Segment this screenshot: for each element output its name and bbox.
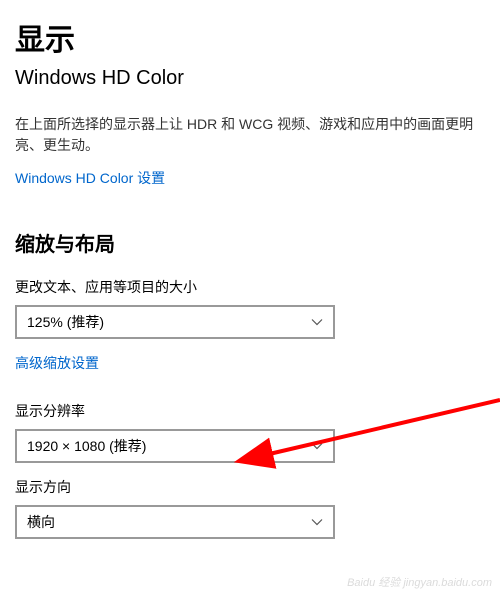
orientation-label: 显示方向	[15, 477, 485, 497]
orientation-dropdown[interactable]: 横向	[15, 505, 335, 539]
page-title: 显示	[15, 15, 485, 59]
scaling-heading: 缩放与布局	[15, 228, 485, 257]
resolution-value: 1920 × 1080 (推荐)	[27, 436, 146, 456]
scale-dropdown[interactable]: 125% (推荐)	[15, 305, 335, 339]
advanced-scaling-link[interactable]: 高级缩放设置	[15, 353, 99, 373]
resolution-label: 显示分辨率	[15, 401, 485, 421]
chevron-down-icon	[311, 516, 323, 528]
hd-color-description: 在上面所选择的显示器上让 HDR 和 WCG 视频、游戏和应用中的画面更明亮、更…	[15, 114, 485, 156]
scale-value: 125% (推荐)	[27, 312, 104, 332]
hd-color-title: Windows HD Color	[15, 67, 485, 90]
watermark: Baidu 经验 jingyan.baidu.com	[347, 574, 492, 590]
resolution-dropdown[interactable]: 1920 × 1080 (推荐)	[15, 429, 335, 463]
orientation-value: 横向	[27, 512, 55, 532]
chevron-down-icon	[311, 316, 323, 328]
chevron-down-icon	[311, 440, 323, 452]
scale-label: 更改文本、应用等项目的大小	[15, 277, 485, 297]
hd-color-settings-link[interactable]: Windows HD Color 设置	[15, 168, 165, 188]
